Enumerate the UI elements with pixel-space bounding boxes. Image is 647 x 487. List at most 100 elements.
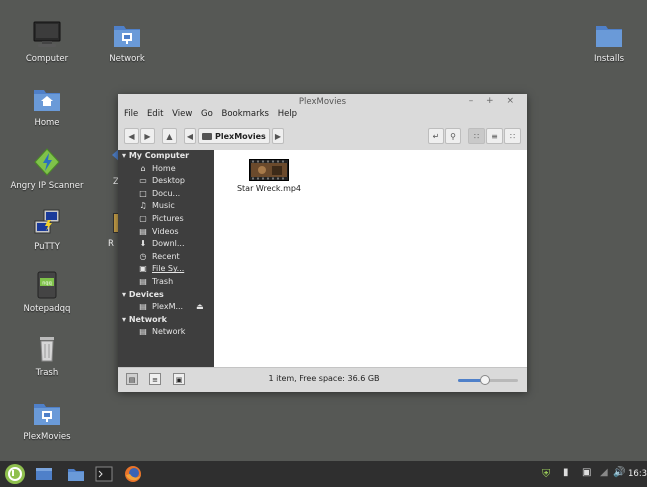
zoom-slider[interactable] [458, 375, 518, 385]
sidebar-header-label: My Computer [128, 151, 190, 160]
sidebar-item-videos[interactable]: ▤ Videos [118, 226, 214, 239]
menu-bookmarks[interactable]: Bookmarks [221, 109, 269, 119]
volume-icon[interactable]: 🔊 [613, 467, 625, 478]
toolbar: ◀ ▶ ▲ ◀ PlexMovies ▶ ↵ ⚲ ∷ ≡ ∷ [118, 124, 527, 148]
toggle-location-button[interactable]: ↵ [428, 128, 444, 144]
mint-logo-icon [8, 467, 22, 481]
eject-icon[interactable]: ⏏ [196, 301, 204, 314]
sidebar-item-recent[interactable]: ◷ Recent [118, 251, 214, 264]
expand-icon: ▾ [122, 314, 129, 324]
trash-icon [32, 334, 62, 364]
notepadqq-icon: nqq [32, 270, 62, 300]
sidebar-header-devices[interactable]: ▾ Devices [118, 289, 214, 302]
sidebar-item-music[interactable]: ♫ Music [118, 200, 214, 213]
file-item[interactable]: Star Wreck.mp4 [234, 159, 304, 193]
sidebar-item-label: Pictures [152, 213, 184, 223]
sidebar-item-file-system[interactable]: ▣ File Sy... [118, 263, 214, 276]
show-places-button[interactable]: ▤ [126, 373, 138, 385]
angry-ip-scanner-icon [32, 147, 62, 177]
window-titlebar[interactable]: PlexMovies – + × [118, 94, 527, 110]
pictures-icon: ▢ [139, 213, 147, 223]
firefox-launcher-button[interactable] [124, 465, 142, 483]
desktop-icon-computer[interactable]: Computer [10, 20, 84, 64]
desktop-icon-label: Trash [35, 368, 59, 378]
sidebar-item-trash[interactable]: ▤ Trash [118, 276, 214, 289]
sidebar-item-label: PlexM... [152, 302, 184, 312]
taskbar: ⛨ ▮ ▣ ◢ 🔊 16:38 [0, 461, 647, 487]
sidebar-item-desktop[interactable]: ▭ Desktop [118, 175, 214, 188]
search-icon: ⚲ [450, 132, 456, 141]
icon-view-button[interactable]: ∷ [468, 128, 485, 144]
sidebar-item-label: Network [152, 327, 186, 337]
sidebar-item-downloads[interactable]: ⬇ Downl... [118, 238, 214, 251]
window-controls[interactable]: – + × [469, 96, 519, 106]
sidebar-item-label: Downl... [152, 239, 185, 249]
mint-menu-button[interactable] [5, 464, 25, 484]
hide-sidebar-button[interactable]: ▣ [173, 373, 185, 385]
path-button-plexmovies[interactable]: PlexMovies [198, 128, 270, 144]
network-folder-icon [112, 20, 142, 50]
desktop-icon-label: PuTTY [34, 242, 60, 252]
up-button[interactable]: ▲ [162, 128, 177, 144]
show-desktop-button[interactable] [35, 465, 53, 483]
sidebar-item-home[interactable]: ⌂ Home [118, 163, 214, 176]
back-button[interactable]: ◀ [124, 128, 139, 144]
files-launcher-button[interactable] [67, 465, 85, 483]
desktop-icon-angry-ip-scanner[interactable]: Angry IP Scanner [10, 147, 84, 191]
sidebar-item-label: Videos [152, 226, 179, 236]
sidebar-item-network[interactable]: ▤ Network [118, 326, 214, 339]
music-icon: ♫ [139, 201, 147, 211]
file-view[interactable]: Star Wreck.mp4 [214, 150, 527, 367]
expand-icon: ▾ [122, 151, 129, 160]
downloads-icon: ⬇ [139, 239, 147, 249]
desktop-icon-notepadqq[interactable]: nqq Notepadqq [10, 270, 84, 314]
desktop-icon-plexmovies[interactable]: PlexMovies [10, 398, 84, 442]
updates-icon[interactable]: ▣ [582, 467, 591, 478]
terminal-icon [95, 466, 113, 482]
chevron-left-icon: ◀ [186, 132, 194, 141]
sidebar-item-label: Home [152, 163, 176, 173]
menu-go[interactable]: Go [201, 109, 213, 119]
window-title: PlexMovies [298, 97, 347, 107]
sidebar-header-my-computer[interactable]: ▾ My Computer [118, 150, 214, 163]
documents-icon: □ [139, 188, 147, 198]
sidebar-header-network[interactable]: ▾ Network [118, 314, 214, 327]
menu-file[interactable]: File [124, 109, 138, 119]
menu-help[interactable]: Help [278, 109, 297, 119]
recent-icon: ◷ [139, 251, 147, 261]
forward-arrow-icon: ▶ [144, 132, 151, 141]
file-manager-window: PlexMovies – + × File Edit View Go Bookm… [118, 94, 527, 392]
sidebar-item-plexmovies[interactable]: ▤ PlexM... ⏏ [118, 301, 214, 314]
desktop-icon-network[interactable]: Network [90, 20, 164, 64]
zoom-slider-handle[interactable] [480, 375, 490, 385]
compact-view-button[interactable]: ∷ [504, 128, 521, 144]
show-treeview-button[interactable]: ≡ [149, 373, 161, 385]
computer-icon [32, 20, 62, 50]
forward-button[interactable]: ▶ [140, 128, 155, 144]
clock[interactable]: 16:38 [628, 469, 647, 479]
terminal-launcher-button[interactable] [95, 465, 113, 483]
menu-edit[interactable]: Edit [147, 109, 163, 119]
path-left-button[interactable]: ◀ [184, 128, 196, 144]
desktop-icon-home[interactable]: Home [10, 84, 84, 128]
desktop-icon-putty[interactable]: PuTTY [10, 208, 84, 252]
desktop-icon-trash[interactable]: Trash [10, 334, 84, 378]
sidebar-item-documents[interactable]: □ Docu... [118, 188, 214, 201]
network-signal-icon[interactable]: ◢ [600, 467, 608, 478]
chevron-right-icon: ▶ [274, 132, 282, 141]
sidebar-item-pictures[interactable]: ▢ Pictures [118, 213, 214, 226]
desktop-icon-installs[interactable]: Installs [572, 20, 646, 64]
list-view-button[interactable]: ≡ [486, 128, 503, 144]
file-name: Star Wreck.mp4 [236, 184, 302, 193]
path-right-button[interactable]: ▶ [272, 128, 284, 144]
folder-icon [594, 20, 624, 50]
clipboard-icon[interactable]: ▮ [563, 467, 569, 478]
security-shield-icon[interactable]: ⛨ [542, 467, 550, 481]
filesystem-icon: ▣ [139, 264, 147, 274]
home-folder-icon [32, 84, 62, 114]
menu-view[interactable]: View [172, 109, 192, 119]
search-button[interactable]: ⚲ [445, 128, 461, 144]
desktop-icon-label: Network [109, 54, 145, 64]
compact-icon: ∷ [509, 132, 516, 141]
grid-icon: ∷ [473, 132, 480, 141]
